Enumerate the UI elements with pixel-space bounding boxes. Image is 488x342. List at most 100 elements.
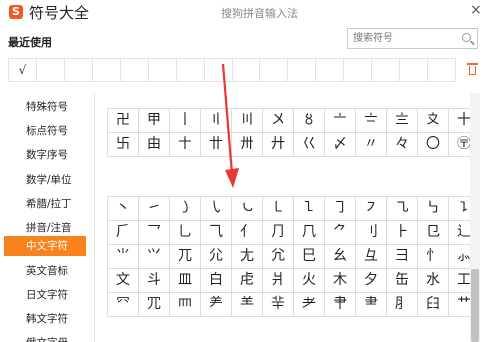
recent-symbol-cell[interactable]: [428, 59, 455, 81]
chinese-char-cell[interactable]: ⺒: [294, 245, 325, 269]
chinese-char-cell[interactable]: ㇁: [170, 197, 201, 221]
chinese-char-cell[interactable]: ⺷: [232, 293, 263, 317]
recent-symbol-cell[interactable]: [37, 59, 65, 81]
chinese-char-cell[interactable]: ⽸: [387, 269, 418, 293]
symbol-cell[interactable]: 〃: [356, 133, 387, 157]
chinese-char-cell[interactable]: ⽕: [294, 269, 325, 293]
chinese-char-cell[interactable]: ㇃: [232, 197, 263, 221]
sidebar-item-4[interactable]: 希腊/拉丁: [0, 194, 90, 214]
sidebar-item-8[interactable]: 日文字符: [0, 285, 90, 305]
sidebar-item-3[interactable]: 数学/单位: [0, 170, 90, 190]
chinese-char-cell[interactable]: ⺴: [139, 293, 170, 317]
symbol-cell[interactable]: 卍: [108, 109, 139, 133]
chinese-char-cell[interactable]: ㇆: [325, 197, 356, 221]
chinese-char-cell[interactable]: ⺉: [356, 221, 387, 245]
chinese-char-cell[interactable]: ⺃: [170, 221, 201, 245]
chinese-char-cell[interactable]: ⺔: [356, 245, 387, 269]
chinese-char-cell[interactable]: ⺏: [201, 245, 232, 269]
chinese-char-cell[interactable]: ⺅: [232, 221, 263, 245]
symbol-cell[interactable]: 〤: [263, 109, 294, 133]
symbol-cell[interactable]: 〦: [325, 109, 356, 133]
recent-symbol-cell[interactable]: [400, 59, 429, 81]
chinese-char-cell[interactable]: ⺐: [232, 245, 263, 269]
chinese-char-cell[interactable]: ㇉: [418, 197, 449, 221]
recent-symbol-cell[interactable]: √: [9, 59, 37, 81]
recent-symbol-cell[interactable]: [233, 59, 261, 81]
chinese-char-cell[interactable]: ⺁: [108, 221, 139, 245]
chinese-char-cell[interactable]: ⺖: [418, 245, 449, 269]
chinese-char-cell[interactable]: 丶: [108, 197, 139, 221]
chinese-char-cell[interactable]: ⺇: [294, 221, 325, 245]
symbol-cell[interactable]: 〇: [418, 133, 449, 157]
search-input[interactable]: [353, 31, 453, 46]
sidebar-item-7[interactable]: 英文音标: [0, 261, 90, 281]
chinese-char-cell[interactable]: ⺑: [263, 245, 294, 269]
chinese-char-cell[interactable]: ⺽: [418, 293, 449, 317]
symbol-cell[interactable]: 甲: [139, 109, 170, 133]
symbol-cell[interactable]: 〩: [418, 109, 449, 133]
symbol-cell[interactable]: 巜: [294, 133, 325, 157]
chinese-char-cell[interactable]: ⺹: [294, 293, 325, 317]
chinese-char-cell[interactable]: ⺆: [263, 221, 294, 245]
symbol-cell[interactable]: 由: [139, 133, 170, 157]
chinese-char-cell[interactable]: ⺳: [108, 293, 139, 317]
recent-symbol-cell[interactable]: [344, 59, 373, 81]
chinese-char-cell[interactable]: ⽔: [418, 269, 449, 293]
search-icon[interactable]: [462, 33, 471, 42]
recent-symbol-cell[interactable]: [205, 59, 233, 81]
close-icon[interactable]: ×: [470, 2, 482, 18]
chinese-char-cell[interactable]: ⺋: [418, 221, 449, 245]
recent-symbol-cell[interactable]: [121, 59, 149, 81]
symbol-cell[interactable]: 廾: [263, 133, 294, 157]
chinese-char-cell[interactable]: ⺸: [263, 293, 294, 317]
sidebar-item-6[interactable]: 中文字符: [4, 236, 86, 256]
sidebar-item-2[interactable]: 数字序号: [0, 145, 90, 165]
chinese-char-cell[interactable]: ⺊: [387, 221, 418, 245]
symbol-cell[interactable]: 〺: [232, 133, 263, 157]
chinese-char-cell[interactable]: ⺶: [201, 293, 232, 317]
sidebar-item-0[interactable]: 特殊符号: [0, 97, 90, 117]
recent-symbol-cell[interactable]: [93, 59, 121, 81]
recent-symbol-cell[interactable]: [65, 59, 93, 81]
sidebar-item-9[interactable]: 韩文字符: [0, 309, 90, 329]
chinese-char-cell[interactable]: ⺈: [325, 221, 356, 245]
search-box[interactable]: [347, 28, 478, 49]
chinese-char-cell[interactable]: ⺄: [201, 221, 232, 245]
chinese-char-cell[interactable]: ⽙: [263, 269, 294, 293]
sidebar-item-10[interactable]: 俄文字母: [0, 333, 90, 342]
chinese-char-cell[interactable]: ⺎: [170, 245, 201, 269]
chinese-char-cell[interactable]: ㇄: [263, 197, 294, 221]
chinese-char-cell[interactable]: ⺂: [139, 221, 170, 245]
chinese-char-cell[interactable]: ⽂: [108, 269, 139, 293]
chinese-char-cell[interactable]: ⺵: [170, 293, 201, 317]
chinese-char-cell[interactable]: ⺌: [108, 245, 139, 269]
symbol-cell[interactable]: 〣: [232, 109, 263, 133]
recent-symbol-cell[interactable]: [372, 59, 401, 81]
symbol-cell[interactable]: 〢: [201, 109, 232, 133]
chinese-char-cell[interactable]: ⽊: [325, 269, 356, 293]
chinese-char-cell[interactable]: ㇂: [201, 197, 232, 221]
symbol-cell[interactable]: 〆: [325, 133, 356, 157]
chinese-char-cell[interactable]: ⼣: [356, 269, 387, 293]
symbol-cell[interactable]: 〸: [170, 133, 201, 157]
chinese-char-cell[interactable]: ⺍: [139, 245, 170, 269]
recent-symbol-cell[interactable]: [260, 59, 289, 81]
symbol-cell[interactable]: 々: [387, 133, 418, 157]
symbol-cell[interactable]: 丨: [170, 109, 201, 133]
recent-symbol-cell[interactable]: [177, 59, 205, 81]
chinese-char-cell[interactable]: ㇅: [294, 197, 325, 221]
scrollbar-thumb[interactable]: [471, 269, 479, 342]
chinese-char-cell[interactable]: ⺕: [387, 245, 418, 269]
trash-icon[interactable]: [467, 62, 478, 75]
chinese-char-cell[interactable]: ⽫: [170, 269, 201, 293]
symbol-cell[interactable]: 〹: [201, 133, 232, 157]
symbol-cell[interactable]: 〨: [387, 109, 418, 133]
chinese-char-cell[interactable]: ⺻: [356, 293, 387, 317]
chinese-char-cell[interactable]: ㇈: [387, 197, 418, 221]
sidebar-item-1[interactable]: 标点符号: [0, 121, 90, 141]
chinese-char-cell[interactable]: ⺼: [387, 293, 418, 317]
recent-symbol-cell[interactable]: [316, 59, 345, 81]
chinese-char-cell[interactable]: ㇇: [356, 197, 387, 221]
sidebar-item-5[interactable]: 拼音/注音: [0, 218, 90, 238]
symbol-cell[interactable]: 卐: [108, 133, 139, 157]
